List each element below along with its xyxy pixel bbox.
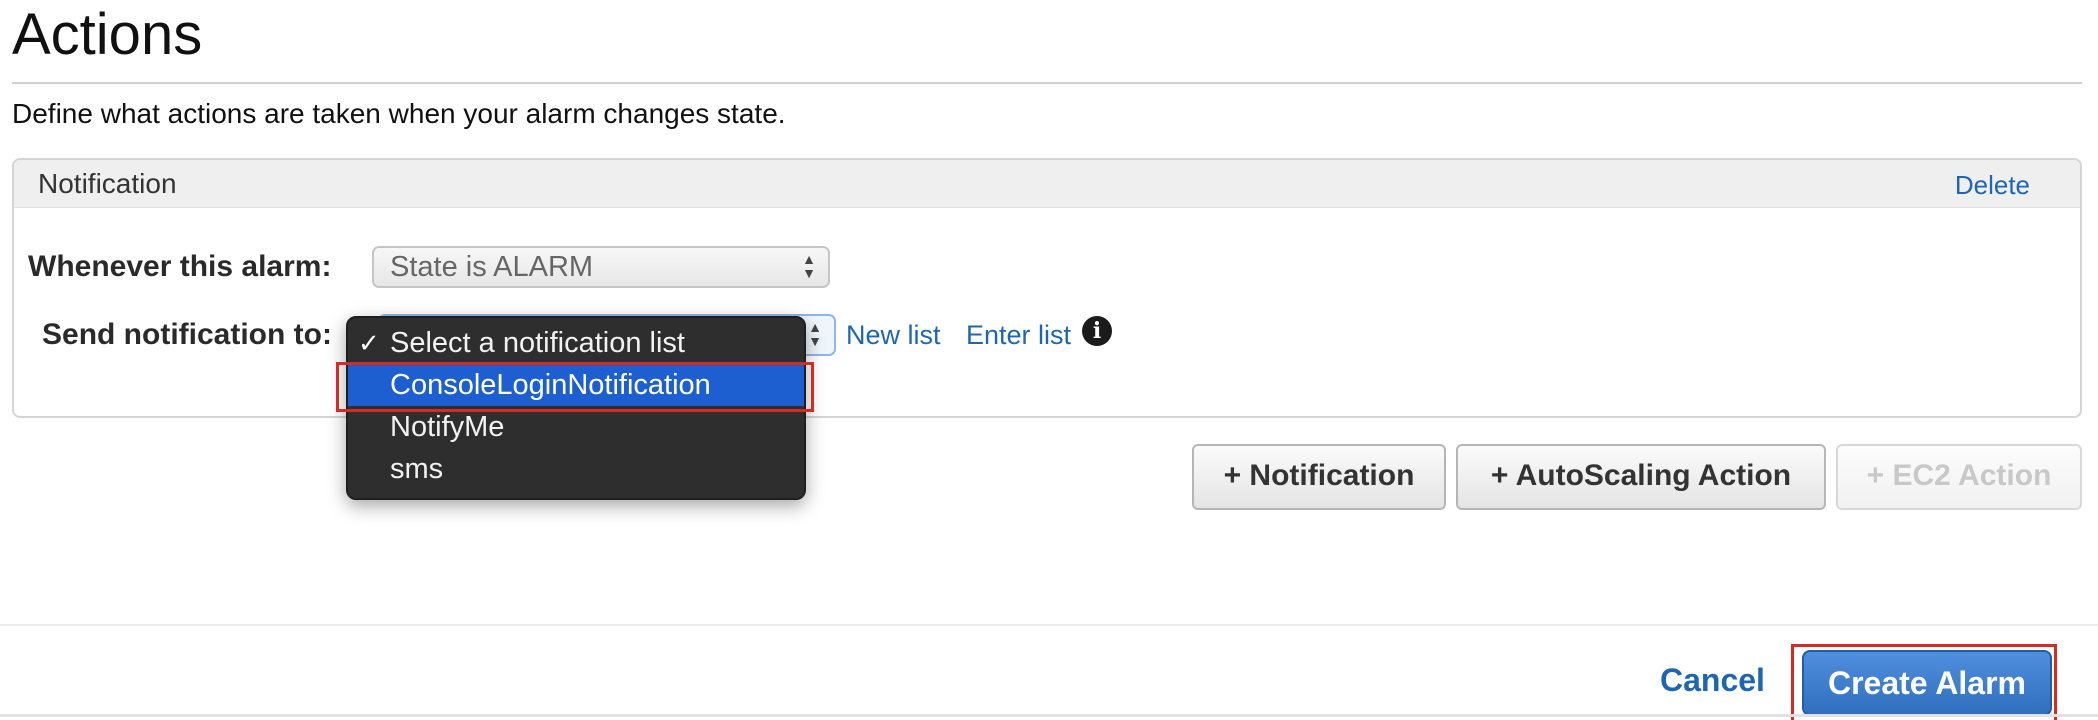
alarm-state-select[interactable]: State is ALARM ▲ ▼ [372,246,830,288]
dropdown-option-select-list[interactable]: ✓ Select a notification list [348,322,804,364]
add-autoscaling-action-button[interactable]: + AutoScaling Action [1456,444,1826,510]
new-list-link[interactable]: New list [846,320,941,351]
whenever-label: Whenever this alarm: [28,250,332,283]
option-label: NotifyMe [390,411,505,443]
option-label: sms [390,453,444,485]
dropdown-option-consolelogin[interactable]: ConsoleLoginNotification [348,364,804,406]
info-icon[interactable]: i [1082,316,1112,346]
option-label: Select a notification list [390,327,685,359]
add-notification-button[interactable]: + Notification [1192,444,1446,510]
notification-panel: Notification Delete Whenever this alarm:… [12,158,2082,418]
cancel-button[interactable]: Cancel [1660,662,1765,699]
title-divider [12,82,2082,84]
send-notification-label: Send notification to: [42,318,332,351]
actions-page: Actions Define what actions are taken wh… [0,0,2098,720]
page-description: Define what actions are taken when your … [12,98,786,129]
notification-list-dropdown: ✓ Select a notification list ConsoleLogi… [346,316,806,500]
dropdown-option-sms[interactable]: sms [348,448,804,490]
dropdown-option-notifyme[interactable]: NotifyMe [348,406,804,448]
create-alarm-button[interactable]: Create Alarm [1802,650,2052,716]
enter-list-link[interactable]: Enter list [966,320,1071,351]
option-label: ConsoleLoginNotification [390,369,711,401]
panel-title: Notification [38,168,177,199]
footer-bottom-divider [0,714,2098,717]
checkmark-icon: ✓ [358,328,380,358]
add-ec2-action-button[interactable]: + EC2 Action [1836,444,2082,510]
footer-divider [0,624,2098,626]
panel-header: Notification Delete [14,160,2080,208]
alarm-state-value: State is ALARM [390,251,594,283]
select-arrows-icon: ▲ ▼ [802,251,816,281]
delete-link[interactable]: Delete [1955,170,2030,201]
page-title: Actions [12,2,203,67]
select-arrows-icon: ▲ ▼ [808,319,822,349]
